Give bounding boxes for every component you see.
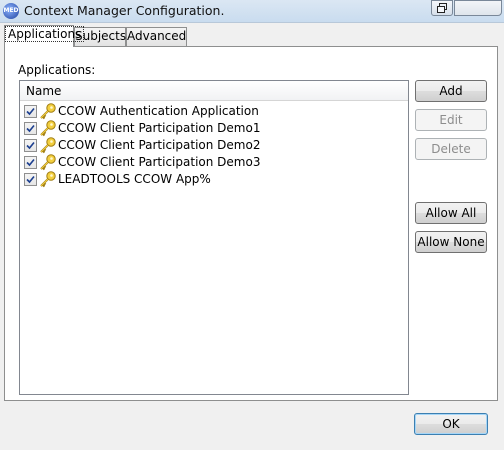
list-item[interactable]: CCOW Client Participation Demo1 — [24, 120, 394, 137]
key-icon — [40, 137, 56, 154]
restore-button[interactable] — [431, 0, 453, 16]
delete-button[interactable]: Delete — [415, 138, 487, 160]
edit-button[interactable]: Edit — [415, 109, 487, 131]
context-manager-window: MED Context Manager Configuration. Appli… — [0, 0, 504, 450]
checkmark-icon — [26, 175, 35, 184]
key-icon — [40, 120, 56, 137]
checkmark-icon — [26, 107, 35, 116]
title-bar[interactable]: MED Context Manager Configuration. — [0, 0, 504, 23]
column-header-name[interactable]: Name — [20, 81, 408, 101]
key-icon — [40, 103, 56, 120]
list-item-label: CCOW Client Participation Demo1 — [58, 121, 261, 135]
list-item[interactable]: LEADTOOLS CCOW App% — [24, 171, 394, 188]
close-button[interactable] — [454, 0, 502, 16]
restore-icon — [437, 3, 447, 13]
column-header-label: Name — [26, 84, 62, 98]
key-icon — [40, 171, 56, 188]
applications-panel: Applications: Name CCOW Authentication A… — [4, 46, 498, 401]
ok-button[interactable]: OK — [414, 413, 488, 435]
allow-all-button[interactable]: Allow All — [415, 202, 487, 224]
applications-list[interactable]: Name CCOW Authentication Application CCO… — [19, 80, 409, 395]
app-checkbox[interactable] — [24, 122, 37, 135]
tab-applications-label: Applications — [5, 26, 85, 42]
list-item-label: CCOW Client Participation Demo2 — [58, 138, 261, 152]
app-globe-icon: MED — [3, 3, 19, 19]
window-title: Context Manager Configuration. — [24, 3, 225, 18]
app-checkbox[interactable] — [24, 156, 37, 169]
checkmark-icon — [26, 158, 35, 167]
app-checkbox[interactable] — [24, 105, 37, 118]
app-checkbox[interactable] — [24, 173, 37, 186]
add-button[interactable]: Add — [415, 80, 487, 102]
tab-advanced[interactable]: Advanced — [126, 27, 187, 46]
list-item-label: CCOW Client Participation Demo3 — [58, 155, 261, 169]
tab-applications[interactable]: Applications — [4, 25, 85, 47]
applications-label: Applications: — [18, 63, 96, 77]
app-checkbox[interactable] — [24, 139, 37, 152]
tab-advanced-label: Advanced — [127, 29, 187, 43]
checkmark-icon — [26, 141, 35, 150]
key-icon — [40, 154, 56, 171]
list-item[interactable]: CCOW Client Participation Demo2 — [24, 137, 394, 154]
allow-none-button[interactable]: Allow None — [415, 231, 487, 253]
list-item[interactable]: CCOW Client Participation Demo3 — [24, 154, 394, 171]
checkmark-icon — [26, 124, 35, 133]
list-item-label: LEADTOOLS CCOW App% — [58, 172, 211, 186]
list-item[interactable]: CCOW Authentication Application — [24, 103, 394, 120]
list-item-label: CCOW Authentication Application — [58, 104, 259, 118]
